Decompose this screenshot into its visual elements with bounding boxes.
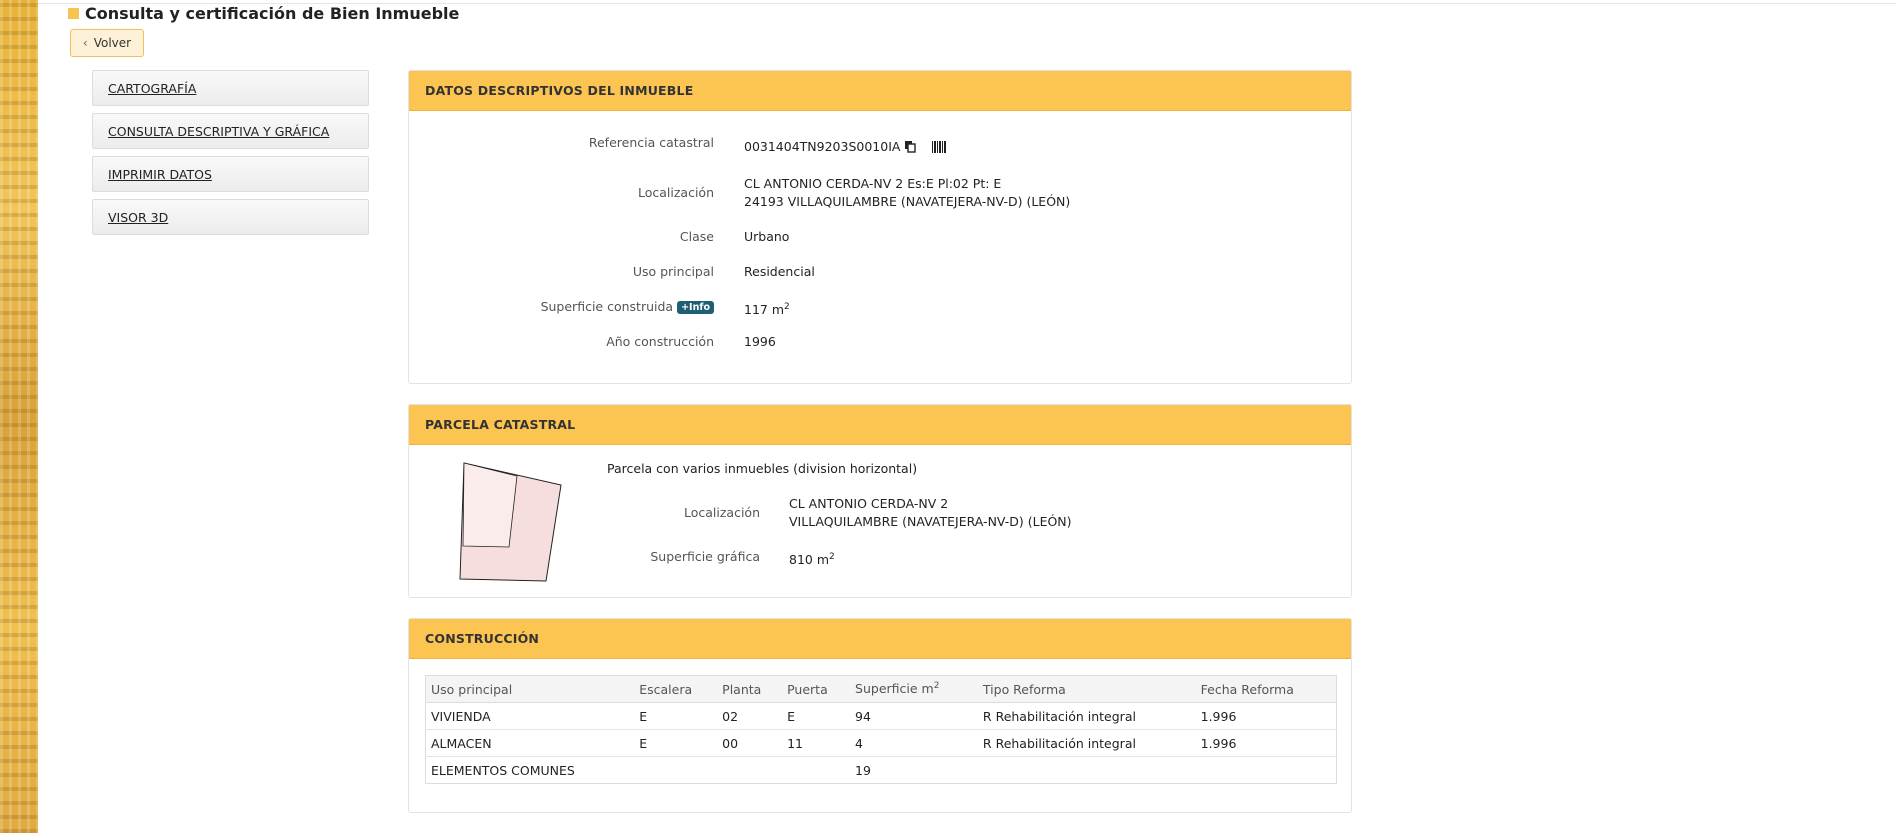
table-cell	[782, 757, 850, 784]
column-header: Planta	[717, 675, 783, 703]
side-menu: CARTOGRAFÍA CONSULTA DESCRIPTIVA Y GRÁFI…	[92, 70, 369, 242]
back-button[interactable]: ‹ Volver	[70, 29, 144, 57]
table-cell: R Rehabilitación integral	[977, 729, 1196, 757]
table-header-row: Uso principal Escalera Planta Puerta Sup…	[425, 675, 1337, 703]
page-title-text: Consulta y certificación de Bien Inmuebl…	[85, 3, 460, 23]
sup-exponent: 2	[784, 302, 790, 312]
ref-value-row: 0031404TN9203S0010IA	[744, 138, 947, 158]
parcela-sup-value-wrap: 810 m2	[789, 548, 835, 569]
table-cell: 00	[717, 729, 783, 757]
side-menu-item-label: IMPRIMIR DATOS	[108, 166, 212, 182]
sup-label: Superficie construida	[540, 299, 674, 314]
copy-icon[interactable]	[904, 140, 917, 158]
table-cell: E	[782, 702, 851, 730]
panel-construccion: CONSTRUCCIÓN Uso principal Escalera Plan…	[408, 618, 1352, 813]
loc-line-1: CL ANTONIO CERDA-NV 2 Es:E Pl:02 Pt: E	[744, 176, 1002, 191]
table-row: ELEMENTOS COMUNES 19	[426, 757, 1337, 784]
parcela-loc-line-1: CL ANTONIO CERDA-NV 2	[789, 496, 949, 511]
table-cell: 19	[855, 762, 871, 778]
table-row: VIVIENDA E 02 E 94 R Rehabilitación inte…	[425, 702, 1337, 730]
sup-value: 117 m	[744, 302, 785, 318]
anio-value: 1996	[744, 334, 776, 349]
table-cell: 02	[717, 702, 783, 730]
column-header-superficie: Superficie m2	[850, 675, 978, 703]
table-row: ALMACEN E 00 11 4 R Rehabilitación integ…	[425, 729, 1337, 757]
table-cell: 4	[850, 729, 978, 757]
ref-value: 0031404TN9203S0010IA	[744, 139, 901, 154]
title-square-icon	[68, 7, 79, 19]
loc-line-2: 24193 VILLAQUILAMBRE (NAVATEJERA-NV-D) (…	[744, 194, 1071, 209]
table-cell	[634, 757, 717, 784]
panel-parcela-catastral: PARCELA CATASTRAL Parcela con varios inm…	[408, 404, 1352, 598]
column-header: Escalera	[634, 675, 718, 703]
side-menu-item-consulta[interactable]: CONSULTA DESCRIPTIVA Y GRÁFICA	[92, 113, 369, 149]
table-cell: R Rehabilitación integral	[977, 702, 1196, 730]
loc-value: CL ANTONIO CERDA-NV 2 Es:E Pl:02 Pt: E 2…	[744, 175, 1070, 211]
panel-header: PARCELA CATASTRAL	[409, 405, 1351, 445]
side-menu-item-visor-3d[interactable]: VISOR 3D	[92, 199, 369, 235]
table-cell: 11	[782, 729, 851, 757]
parcela-sup-exponent: 2	[829, 552, 835, 562]
panel-header: CONSTRUCCIÓN	[409, 619, 1351, 659]
page-title: Consulta y certificación de Bien Inmuebl…	[68, 3, 459, 23]
column-header: Uso principal	[425, 675, 635, 703]
side-menu-item-label: CARTOGRAFÍA	[108, 80, 197, 96]
table-cell: 94	[850, 702, 978, 730]
ref-label: Referencia catastral	[588, 135, 714, 150]
panel-datos-descriptivos: DATOS DESCRIPTIVOS DEL INMUEBLE Referenc…	[408, 70, 1352, 384]
parcela-loc-label: Localización	[683, 505, 760, 520]
loc-label: Localización	[637, 185, 714, 200]
side-menu-item-label: VISOR 3D	[108, 209, 169, 225]
info-badge[interactable]: +Info	[677, 301, 714, 314]
chevron-left-icon: ‹	[82, 36, 88, 50]
side-menu-item-label: CONSULTA DESCRIPTIVA Y GRÁFICA	[108, 123, 330, 139]
parcela-sup-label: Superficie gráfica	[650, 549, 760, 564]
table-cell: 1.996	[1195, 702, 1337, 730]
table-cell: ELEMENTOS COMUNES	[431, 762, 575, 778]
back-button-label: Volver	[93, 36, 132, 50]
table-cell: 1.996	[1195, 729, 1337, 757]
side-menu-item-cartografia[interactable]: CARTOGRAFÍA	[92, 70, 369, 106]
panel-header: DATOS DESCRIPTIVOS DEL INMUEBLE	[409, 71, 1351, 111]
anio-label: Año construcción	[606, 334, 714, 349]
column-header-exponent: 2	[933, 681, 940, 692]
parcela-sup-value: 810 m	[789, 552, 830, 568]
side-menu-item-imprimir[interactable]: IMPRIMIR DATOS	[92, 156, 369, 192]
decorative-side-strip	[0, 0, 38, 833]
construccion-table: Uso principal Escalera Planta Puerta Sup…	[425, 675, 1337, 784]
column-header: Fecha Reforma	[1195, 675, 1337, 703]
parcela-loc-value: CL ANTONIO CERDA-NV 2 VILLAQUILAMBRE (NA…	[789, 495, 1072, 531]
sup-value-wrap: 117 m2	[744, 298, 790, 319]
column-header-text: Superficie m	[855, 681, 934, 697]
table-cell: E	[634, 729, 718, 757]
parcela-desc: Parcela con varios inmuebles (division h…	[607, 461, 918, 476]
clase-label: Clase	[679, 229, 714, 244]
sup-label-wrap: Superficie construida +Info	[409, 299, 714, 314]
table-cell	[717, 757, 782, 784]
table-cell	[1196, 757, 1337, 784]
table-cell: VIVIENDA	[425, 702, 635, 730]
table-cell	[978, 757, 1196, 784]
table-cell: ALMACEN	[425, 729, 635, 757]
uso-value: Residencial	[744, 264, 815, 279]
table-cell: E	[634, 702, 718, 730]
column-header: Puerta	[782, 675, 851, 703]
clase-value: Urbano	[744, 229, 790, 244]
column-header: Tipo Reforma	[977, 675, 1196, 703]
uso-label: Uso principal	[632, 264, 714, 279]
parcela-loc-line-2: VILLAQUILAMBRE (NAVATEJERA-NV-D) (LEÓN)	[789, 514, 1072, 529]
barcode-icon[interactable]	[932, 140, 947, 158]
